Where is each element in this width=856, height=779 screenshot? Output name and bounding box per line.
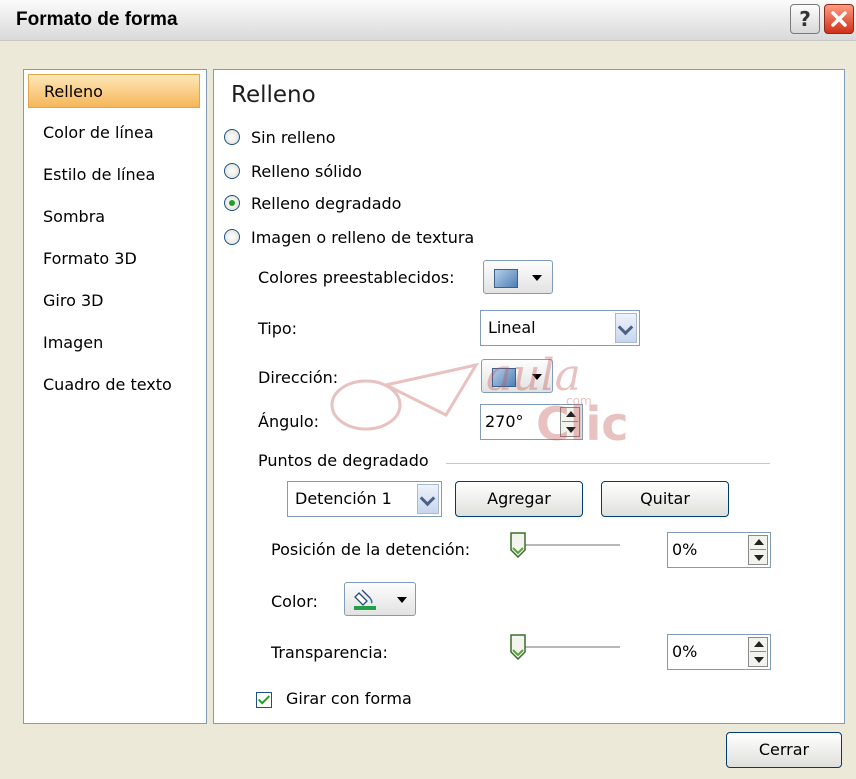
preset-colors-dropdown[interactable]	[483, 260, 553, 294]
stop-position-spinner[interactable]: 0%	[667, 532, 771, 568]
sidebar-item-formato-3d[interactable]: Formato 3D	[28, 242, 200, 276]
radio-label: Relleno degradado	[251, 193, 402, 213]
radio-label: Relleno sólido	[251, 161, 362, 181]
chevron-down-icon	[397, 597, 407, 603]
radio-label: Imagen o relleno de textura	[251, 227, 475, 247]
close-icon	[831, 11, 847, 27]
radio-sin-relleno[interactable]: Sin relleno	[224, 125, 336, 149]
help-icon: ?	[799, 7, 811, 31]
transparency-label: Transparencia:	[271, 643, 388, 662]
preset-colors-label: Colores preestablecidos:	[258, 268, 455, 287]
rotate-with-shape-checkbox[interactable]	[256, 692, 272, 708]
format-shape-dialog: Formato de forma ? Relleno Color de líne…	[0, 0, 856, 779]
slider-thumb-icon[interactable]	[510, 634, 526, 660]
transparency-value: 0%	[672, 642, 698, 661]
separator	[446, 463, 770, 464]
color-dropdown[interactable]	[344, 582, 416, 616]
slider-thumb-icon[interactable]	[510, 532, 526, 558]
transparency-track[interactable]	[512, 646, 620, 649]
close-window-button[interactable]	[824, 4, 854, 34]
radio-relleno-solido[interactable]: Relleno sólido	[224, 159, 362, 183]
sidebar-item-sombra[interactable]: Sombra	[28, 200, 200, 234]
remove-stop-button[interactable]: Quitar	[601, 481, 729, 517]
aulaclic-watermark-logo: aula com Clic	[330, 350, 629, 445]
type-label: Tipo:	[258, 319, 298, 338]
rotate-with-shape-label: Girar con forma	[286, 689, 412, 708]
close-button[interactable]: Cerrar	[726, 732, 842, 768]
gradient-stop-select[interactable]: Detención 1	[287, 481, 442, 517]
section-heading: Relleno	[231, 82, 316, 108]
type-select[interactable]: Lineal	[480, 310, 640, 346]
gradient-swatch-icon	[494, 269, 518, 288]
stop-value: Detención 1	[295, 489, 392, 508]
dialog-title: Formato de forma	[16, 9, 178, 30]
sidebar-item-imagen[interactable]: Imagen	[28, 326, 200, 360]
sidebar-item-cuadro-de-texto[interactable]: Cuadro de texto	[28, 368, 200, 402]
chevron-down-icon	[532, 275, 542, 281]
category-list: Relleno Color de línea Estilo de línea S…	[23, 69, 207, 724]
transparency-spinner[interactable]: 0%	[667, 634, 771, 670]
spinner-arrows-icon[interactable]	[748, 637, 768, 667]
title-bar[interactable]: Formato de forma ?	[0, 0, 856, 41]
stop-position-value: 0%	[672, 540, 698, 559]
radio-button[interactable]	[224, 229, 240, 245]
chevron-down-icon[interactable]	[417, 484, 439, 514]
stop-position-track[interactable]	[512, 544, 620, 547]
stop-position-label: Posición de la detención:	[271, 540, 471, 559]
sidebar-item-estilo-de-linea[interactable]: Estilo de línea	[28, 158, 200, 192]
add-stop-button[interactable]: Agregar	[455, 481, 583, 517]
gradient-stops-label: Puntos de degradado	[258, 451, 429, 470]
watermark-text-2: Clic	[536, 397, 629, 445]
color-label: Color:	[271, 592, 318, 611]
sidebar-item-giro-3d[interactable]: Giro 3D	[28, 284, 200, 318]
radio-relleno-degradado[interactable]: Relleno degradado	[224, 191, 401, 215]
spinner-arrows-icon[interactable]	[748, 535, 768, 565]
sidebar-item-color-de-linea[interactable]: Color de línea	[28, 116, 200, 150]
type-value: Lineal	[488, 318, 536, 337]
radio-button[interactable]	[224, 129, 240, 145]
help-button[interactable]: ?	[790, 4, 820, 34]
chevron-down-icon[interactable]	[615, 313, 637, 343]
radio-imagen-textura[interactable]: Imagen o relleno de textura	[224, 225, 474, 249]
radio-label: Sin relleno	[251, 127, 336, 147]
angle-label: Ángulo:	[258, 412, 320, 431]
radio-button-checked[interactable]	[224, 195, 240, 211]
paint-bucket-icon	[354, 589, 376, 610]
radio-button[interactable]	[224, 163, 240, 179]
sidebar-item-relleno[interactable]: Relleno	[28, 74, 200, 108]
